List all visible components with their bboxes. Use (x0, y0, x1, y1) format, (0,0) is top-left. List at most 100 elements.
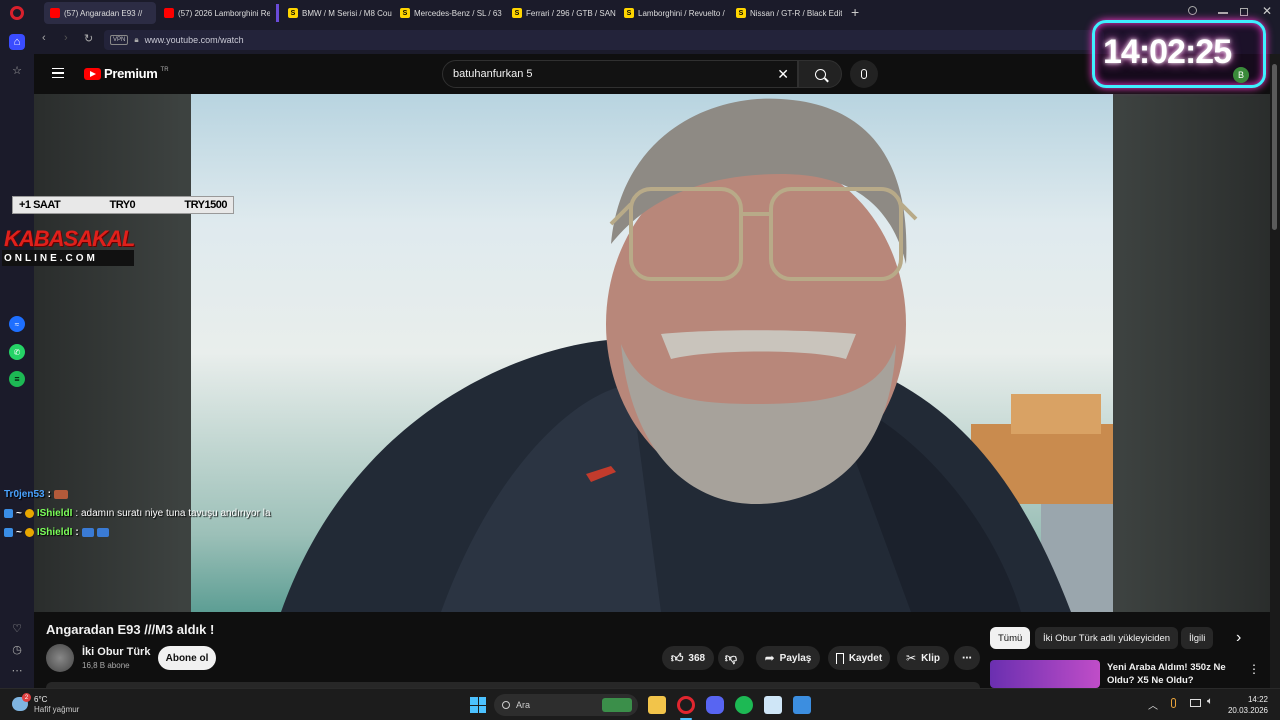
weather-description[interactable]: Hafif yağmur (34, 705, 79, 714)
search-icon (814, 68, 829, 82)
tab-group-divider (276, 4, 279, 22)
channel-avatar[interactable] (46, 644, 74, 672)
windows-start-icon[interactable] (470, 697, 486, 713)
youtube-premium-logo[interactable]: Premium TR (84, 66, 169, 81)
history-icon[interactable]: ◷ (9, 641, 25, 657)
save-button[interactable]: Kaydet (828, 646, 890, 670)
tab-4[interactable]: S Mercedes-Benz / SL / 63 / (394, 2, 504, 24)
chip-from-uploader[interactable]: İki Obur Türk adlı yükleyiciden (1035, 627, 1179, 649)
tab-label: (57) 2026 Lamborghini Re (178, 8, 270, 18)
chevron-up-icon[interactable]: ︿ (1148, 697, 1158, 712)
url-field[interactable]: VPN 🔒︎ www.youtube.com/watch (104, 30, 1104, 50)
share-label: Paylaş (779, 652, 812, 664)
spotify-icon[interactable]: ≡ (9, 371, 25, 387)
youtube-icon (50, 8, 60, 18)
chat-text: : (75, 527, 79, 538)
minimize-icon[interactable] (1218, 12, 1228, 14)
dislike-button[interactable]: 👎︎ (718, 646, 744, 670)
close-window-icon[interactable]: ✕ (1262, 4, 1272, 18)
chip-related[interactable]: İlgili (1181, 627, 1214, 649)
emote-icon (96, 528, 109, 537)
tab-label: BMW / M Serisi / M8 Cou (302, 8, 392, 18)
logo-region: TR (160, 66, 169, 73)
chat-message: Tr0jen53 : (4, 489, 68, 500)
opera-logo-icon[interactable] (10, 6, 24, 20)
chat-message: ~ IShieldI : (4, 527, 109, 538)
subscriber-badge-icon (24, 509, 34, 518)
more-icon[interactable]: ⋯ (9, 662, 25, 678)
taskbar-time[interactable]: 14:22 (1222, 695, 1268, 704)
back-icon[interactable]: ‹ (42, 32, 46, 44)
clock-avatar: B (1233, 67, 1249, 83)
notification-count: 2 (22, 693, 31, 702)
scrollbar-thumb[interactable] (1272, 64, 1277, 230)
new-tab-icon[interactable]: + (851, 4, 859, 20)
more-vertical-icon[interactable]: ⋮ (1248, 662, 1260, 676)
file-explorer-icon[interactable] (648, 696, 666, 714)
like-button[interactable]: 👍︎ 368 (662, 646, 714, 670)
thumbs-up-icon: 👍︎ (670, 650, 684, 665)
app-window-icon[interactable] (764, 696, 782, 714)
opera-sidebar: ⌂ ☆ ≈ ✆ ≡ ♡ ◷ ⋯ (0, 26, 34, 688)
search-tabs-icon[interactable] (1188, 6, 1197, 15)
stream-bar-item: +1 SAAT (19, 199, 61, 211)
recommendation-thumbnail[interactable] (990, 660, 1100, 688)
tab-5[interactable]: S Ferrari / 296 / GTB / SANT (506, 2, 616, 24)
weather-temperature[interactable]: 6°C (34, 695, 47, 704)
reload-icon[interactable]: ↻ (84, 32, 93, 45)
tab-7[interactable]: S Nissan / GT-R / Black Editi (730, 2, 842, 24)
lock-icon: 🔒︎ (134, 35, 139, 44)
youtube-header: Premium TR batuhanfurkan 5 ✕ (34, 54, 1270, 94)
chevron-right-icon[interactable]: › (1236, 629, 1241, 647)
clear-search-icon[interactable]: ✕ (777, 66, 789, 83)
home-icon[interactable]: ⌂ (9, 34, 25, 50)
chip-all[interactable]: Tümü (990, 627, 1031, 649)
menu-icon[interactable] (52, 68, 64, 78)
share-button[interactable]: ➦ Paylaş (756, 646, 820, 670)
search-icon (502, 701, 510, 709)
vpn-badge[interactable]: VPN (110, 35, 129, 45)
tab-6[interactable]: S Lamborghini / Revuelto / (618, 2, 728, 24)
subscribe-button[interactable]: Abone ol (158, 646, 216, 670)
search-button[interactable] (798, 60, 842, 88)
bookmark-icon (835, 652, 844, 664)
tab-1[interactable]: (57) Angaradan E93 // (44, 2, 156, 24)
subscriber-count: 16,8 B abone (82, 661, 130, 670)
page-scrollbar[interactable] (1270, 54, 1280, 688)
taskbar-date[interactable]: 20.03.2026 (1222, 706, 1268, 715)
video-person-image (281, 98, 1113, 612)
chat-text: : adamın suratı niye tuna tavuşu andırıy… (75, 508, 271, 519)
messenger-icon[interactable]: ≈ (9, 316, 25, 332)
voice-search-button[interactable] (850, 60, 878, 88)
tab-label: Mercedes-Benz / SL / 63 / (414, 8, 504, 18)
forward-icon[interactable]: › (64, 32, 68, 44)
taskbar-search[interactable]: Ara (494, 694, 638, 716)
restore-icon[interactable] (1240, 8, 1248, 16)
video-frame[interactable] (191, 94, 1113, 612)
thumbs-down-icon: 👎︎ (724, 650, 738, 665)
share-icon: ➦ (764, 651, 775, 665)
discord-icon[interactable] (706, 696, 724, 714)
tab-2[interactable]: (57) 2026 Lamborghini Re (158, 2, 270, 24)
search-input[interactable]: batuhanfurkan 5 ✕ (442, 60, 798, 88)
tab-label: Nissan / GT-R / Black Editi (750, 8, 842, 18)
subscriber-badge-icon (24, 528, 34, 537)
microphone-icon[interactable] (1171, 698, 1176, 708)
heart-icon[interactable]: ♡ (9, 620, 25, 636)
recommendation-title[interactable]: Yeni Araba Aldım! 350z Ne Oldu? X5 Ne Ol… (1107, 661, 1237, 687)
more-actions-button[interactable]: ⋯ (954, 646, 980, 670)
sahibinden-icon: S (512, 8, 522, 18)
whatsapp-icon[interactable]: ✆ (9, 344, 25, 360)
bookmarks-icon[interactable]: ☆ (9, 62, 25, 78)
channel-name[interactable]: İki Obur Türk (82, 646, 150, 658)
tab-3[interactable]: S BMW / M Serisi / M8 Cou (282, 2, 392, 24)
scissors-icon: ✂ (906, 651, 917, 665)
paint-icon[interactable] (793, 696, 811, 714)
volume-icon[interactable]: 🔈︎ (1207, 696, 1213, 707)
opera-browser-icon[interactable] (677, 696, 695, 714)
chat-message: ~ IShieldI : adamın suratı niye tuna tav… (4, 508, 271, 519)
spotify-icon[interactable] (735, 696, 753, 714)
clip-button[interactable]: ✂ Klip (897, 646, 949, 670)
search-highlight-icon (602, 698, 632, 712)
network-icon[interactable] (1190, 699, 1201, 707)
